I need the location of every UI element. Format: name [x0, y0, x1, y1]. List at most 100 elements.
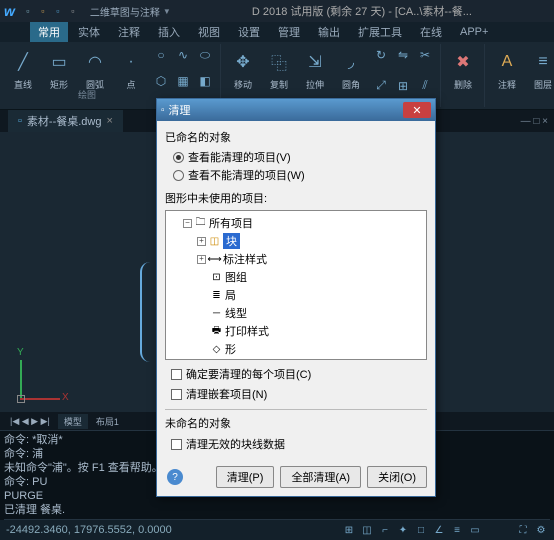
tool-stretch[interactable]: ⇲拉伸 [299, 46, 331, 105]
doc-close-icon[interactable]: × [106, 115, 112, 127]
close-button[interactable]: ✕ [403, 102, 431, 118]
tab-layout1[interactable]: 布局1 [90, 414, 125, 429]
tab-settings[interactable]: 设置 [230, 22, 268, 42]
tab-insert[interactable]: 插入 [150, 22, 188, 42]
tree-item-group[interactable]: ⊡图组 [169, 268, 423, 286]
tab-express[interactable]: 扩展工具 [350, 22, 410, 42]
radio-icon [173, 152, 184, 163]
polygon-icon[interactable]: ⬡ [151, 72, 171, 90]
tool-point[interactable]: ·点 [115, 46, 147, 95]
erase-icon: ✖ [449, 48, 477, 76]
tool-fillet[interactable]: ◞圆角 [335, 46, 367, 105]
polar-icon[interactable]: ✦ [396, 523, 410, 537]
purge-tree[interactable]: −🗀所有项目 +◫块 +⟷标注样式 ⊡图组 ≣局 ─线型 🖶打印样式 ◇形 A文… [165, 210, 427, 360]
expand-icon[interactable]: + [197, 237, 206, 246]
offset-icon[interactable]: ⫽ [415, 77, 435, 95]
expand-icon[interactable]: + [197, 255, 206, 264]
tree-item-layer[interactable]: ≣局 [169, 286, 423, 304]
status-coords: -24492.3460, 17976.5552, 0.0000 [6, 524, 342, 536]
radio-purgeable[interactable]: 查看能清理的项目(V) [165, 148, 427, 166]
rect-icon: ▭ [45, 48, 73, 76]
array-icon[interactable]: ⊞ [393, 77, 413, 95]
tool-annotate[interactable]: A注释 [491, 46, 523, 105]
doc-name: 素材--餐桌.dwg [27, 113, 102, 129]
collapse-icon[interactable]: − [183, 219, 192, 228]
purge-button[interactable]: 清理(P) [216, 466, 275, 488]
tab-app[interactable]: APP+ [452, 24, 496, 40]
tab-home[interactable]: 常用 [30, 22, 68, 42]
mirror-icon[interactable]: ⇋ [393, 46, 413, 64]
radio-nonpurgeable[interactable]: 查看不能清理的项目(W) [165, 166, 427, 184]
tool-rect[interactable]: ▭矩形 [43, 46, 75, 95]
dim-icon: ⟷ [208, 253, 221, 265]
spline-icon[interactable]: ∿ [173, 46, 193, 64]
tree-item-plotstyle[interactable]: 🖶打印样式 [169, 322, 423, 340]
copy-icon: ⿻ [265, 48, 293, 76]
qat-print-icon[interactable]: ▫ [67, 5, 79, 17]
model-icon[interactable]: ▭ [468, 523, 482, 537]
chevron-down-icon[interactable]: ▼ [163, 7, 171, 16]
trim-icon[interactable]: ✂ [415, 46, 435, 64]
arc-icon: ◠ [81, 48, 109, 76]
tree-root[interactable]: −🗀所有项目 [169, 214, 423, 232]
snap-icon[interactable]: ◫ [360, 523, 374, 537]
tree-item-linetype[interactable]: ─线型 [169, 304, 423, 322]
tab-manage[interactable]: 管理 [270, 22, 308, 42]
dialog-title: 清理 [169, 102, 403, 118]
app-logo: w [4, 3, 15, 19]
max-icon[interactable]: ⛶ [516, 523, 530, 537]
lwt-icon[interactable]: ≡ [450, 523, 464, 537]
osnap-icon[interactable]: □ [414, 523, 428, 537]
grid-icon[interactable]: ⊞ [342, 523, 356, 537]
shape-icon: ◇ [210, 343, 223, 355]
dialog-icon: ▫ [161, 105, 165, 116]
tab-model[interactable]: 模型 [58, 414, 88, 429]
tab-annotate[interactable]: 注释 [110, 22, 148, 42]
radio-icon [173, 170, 184, 181]
ellipse-icon[interactable]: ⬭ [195, 46, 215, 64]
help-button[interactable]: ? [167, 469, 183, 485]
qat-save-icon[interactable]: ▫ [52, 5, 64, 17]
tab-output[interactable]: 输出 [310, 22, 348, 42]
layer-icon: ≡ [529, 48, 554, 76]
hatch-icon[interactable]: ▦ [173, 72, 193, 90]
tree-item-block[interactable]: +◫块 [169, 232, 423, 250]
ribbon-tabs: 常用 实体 注释 插入 视图 设置 管理 输出 扩展工具 在线 APP+ [0, 22, 554, 42]
tab-online[interactable]: 在线 [412, 22, 450, 42]
cmd-line: 已清理 餐桌. [4, 503, 550, 517]
text-icon: A [493, 48, 521, 76]
tree-item-dimstyle[interactable]: +⟷标注样式 [169, 250, 423, 268]
check-nested[interactable]: 清理嵌套项目(N) [165, 384, 427, 404]
purge-all-button[interactable]: 全部清理(A) [280, 466, 361, 488]
document-tab[interactable]: ▫ 素材--餐桌.dwg × [8, 110, 123, 132]
workspace-label[interactable]: 二维草图与注释 [90, 4, 160, 19]
otrack-icon[interactable]: ∠ [432, 523, 446, 537]
ortho-icon[interactable]: ⌐ [378, 523, 392, 537]
region-icon[interactable]: ◧ [195, 72, 215, 90]
tree-item-textstyle[interactable]: A文字样式 [169, 358, 423, 360]
circle-icon[interactable]: ○ [151, 46, 171, 64]
draw-small-tools: ○∿⬭ ⬡▦◧ [151, 46, 215, 95]
qat-new-icon[interactable]: ▫ [22, 5, 34, 17]
tree-item-shape[interactable]: ◇形 [169, 340, 423, 358]
doc-controls[interactable]: — □ × [521, 116, 548, 127]
tool-move[interactable]: ✥移动 [227, 46, 259, 105]
tool-layer[interactable]: ≡图层 [527, 46, 554, 105]
check-zerolength[interactable]: 清理无效的块线数据 [165, 434, 427, 454]
scale-icon[interactable]: ⤢ [371, 77, 391, 95]
gear-icon[interactable]: ⚙ [534, 523, 548, 537]
check-confirm[interactable]: 确定要清理的每个项目(C) [165, 364, 427, 384]
group-icon: ⊡ [210, 271, 223, 283]
tab-view[interactable]: 视图 [190, 22, 228, 42]
tool-copy[interactable]: ⿻复制 [263, 46, 295, 105]
layout-arrows[interactable]: |◀ ◀ ▶ ▶| [4, 415, 56, 428]
rotate-icon[interactable]: ↻ [371, 46, 391, 64]
ltype-icon: ─ [210, 307, 223, 319]
tree-label: 图形中未使用的项目: [165, 190, 427, 206]
tool-delete[interactable]: ✖删除 [447, 46, 479, 105]
tool-line[interactable]: ╱直线 [7, 46, 39, 95]
close-button[interactable]: 关闭(O) [367, 466, 427, 488]
tab-entity[interactable]: 实体 [70, 22, 108, 42]
qat-open-icon[interactable]: ▫ [37, 5, 49, 17]
move-icon: ✥ [229, 48, 257, 76]
